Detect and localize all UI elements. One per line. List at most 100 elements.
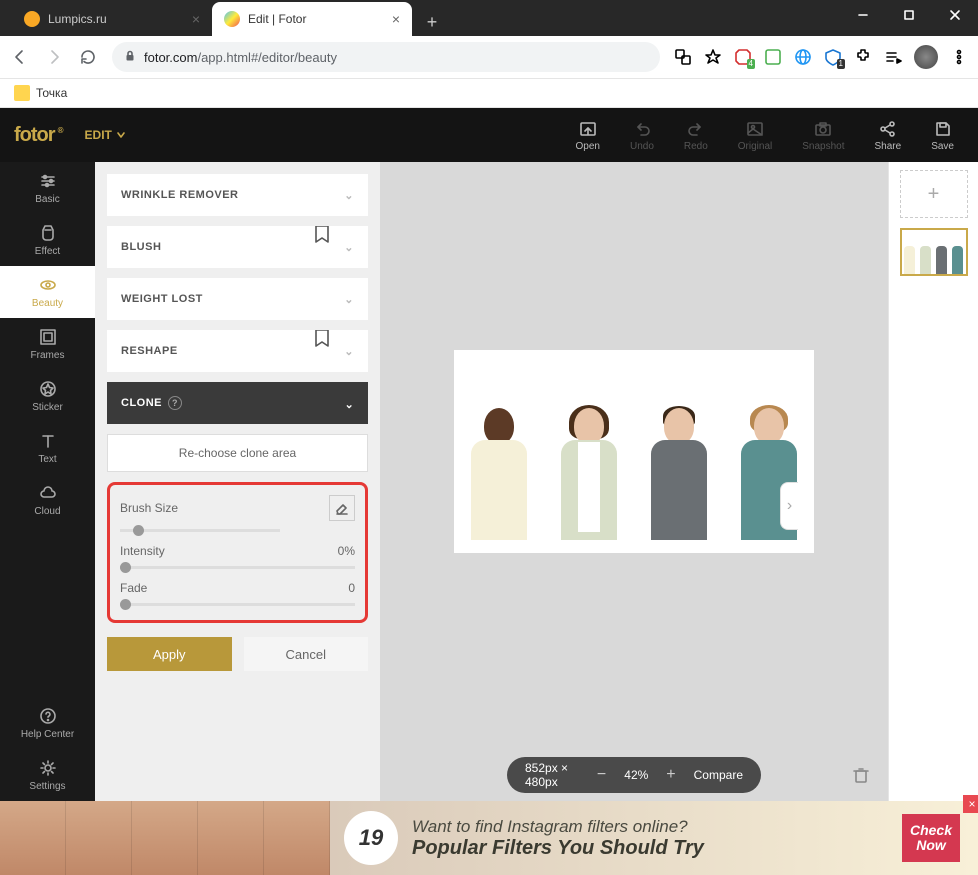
sidebar-item-effect[interactable]: Effect [0,214,95,266]
translate-icon[interactable] [674,48,692,66]
fade-label: Fade [120,581,147,595]
back-button[interactable] [10,47,30,67]
bookmark-star-icon[interactable] [704,48,722,66]
app-sidebar: Basic Effect Beauty Frames Sticker Text … [0,162,95,801]
checkmark-ext-icon[interactable] [764,48,782,66]
close-icon[interactable]: × [392,11,400,27]
snapshot-button[interactable]: Snapshot [792,119,854,152]
globe-ext-icon[interactable] [794,48,812,66]
close-icon[interactable]: × [192,11,200,27]
profile-avatar[interactable] [914,45,938,69]
zoom-in-button[interactable]: + [666,766,675,784]
sidebar-item-sticker[interactable]: Sticker [0,370,95,422]
fotor-logo[interactable]: fotor® [14,124,55,147]
rechoose-clone-area-button[interactable]: Re-choose clone area [107,434,368,472]
tab-fotor[interactable]: Edit | Fotor × [212,2,412,36]
favicon-lumpics [24,11,40,27]
ad-close-button[interactable]: × [963,795,978,813]
intensity-label: Intensity [120,544,165,558]
sidebar-item-text[interactable]: Text [0,422,95,474]
beauty-panel: WRINKLE REMOVER⌄ BLUSH⌄ WEIGHT LOST⌄ RES… [95,162,380,801]
tab-lumpics[interactable]: Lumpics.ru × [12,2,212,36]
apply-button[interactable]: Apply [107,637,232,671]
original-button[interactable]: Original [728,119,782,152]
tab-title: Edit | Fotor [248,12,306,26]
ad-subheadline: Popular Filters You Should Try [412,837,902,860]
vault-badge: 1 [837,59,845,69]
address-bar[interactable]: fotor.com/app.html#/editor/beauty [112,42,660,72]
maximize-button[interactable] [886,0,932,31]
brush-size-label: Brush Size [120,501,178,515]
sidebar-item-help[interactable]: Help Center [0,697,95,749]
brush-size-slider[interactable] [120,529,280,532]
adblock-icon[interactable]: 4 [734,48,752,66]
highlighted-controls: Brush Size Intensity 0% Fade 0 [107,482,368,623]
delete-button[interactable] [852,766,870,789]
image-dimensions: 852px × 480px [525,761,579,789]
zoom-out-button[interactable]: − [597,766,606,784]
accordion-reshape[interactable]: RESHAPE⌄ [107,330,368,372]
chevron-down-icon: ⌄ [344,241,354,254]
add-image-button[interactable]: + [900,170,968,218]
adblock-badge: 4 [747,59,755,69]
intensity-slider[interactable] [120,566,355,569]
premium-ribbon-icon [314,330,330,353]
folder-icon [14,85,30,101]
eraser-icon[interactable] [329,495,355,521]
ad-thumbnails [0,801,330,875]
share-button[interactable]: Share [865,119,912,152]
browser-tabstrip: Lumpics.ru × Edit | Fotor × + [0,0,978,36]
premium-ribbon-icon [314,226,330,249]
cancel-button[interactable]: Cancel [244,637,369,671]
canvas-image [454,350,814,553]
new-tab-button[interactable]: + [418,8,446,36]
save-button[interactable]: Save [921,119,964,152]
thumbnail-1[interactable] [900,228,968,276]
bookmarks-bar: Точка [0,79,978,108]
accordion-wrinkle-remover[interactable]: WRINKLE REMOVER⌄ [107,174,368,216]
chrome-menu-icon[interactable] [950,48,968,66]
undo-button[interactable]: Undo [620,119,664,152]
chevron-down-icon: ⌄ [344,345,354,358]
open-button[interactable]: Open [566,119,610,152]
ad-banner[interactable]: 19 Want to find Instagram filters online… [0,801,978,875]
sidebar-item-cloud[interactable]: Cloud [0,474,95,526]
sidebar-item-beauty[interactable]: Beauty [0,266,95,318]
ad-number-badge: 19 [344,811,398,865]
lock-icon [124,50,136,65]
fade-value: 0 [348,581,355,595]
redo-button[interactable]: Redo [674,119,718,152]
fade-slider[interactable] [120,603,355,606]
bookmark-item[interactable]: Точка [36,86,67,100]
editor-canvas[interactable]: 852px × 480px − 42% + Compare › [380,162,888,801]
app-toolbar: fotor® EDIT Open Undo Redo Original Snap… [0,108,978,162]
thumbnails-strip: + [888,162,978,801]
media-icon[interactable] [884,48,902,66]
chevron-down-icon: ⌄ [344,293,354,306]
intensity-value: 0% [338,544,355,558]
sidebar-item-settings[interactable]: Settings [0,749,95,801]
ad-cta-button[interactable]: CheckNow [902,814,960,862]
sidebar-item-basic[interactable]: Basic [0,162,95,214]
forward-button[interactable] [44,47,64,67]
mode-dropdown[interactable]: EDIT [85,128,126,142]
minimize-button[interactable] [840,0,886,31]
favicon-fotor [224,11,240,27]
sidebar-item-frames[interactable]: Frames [0,318,95,370]
close-window-button[interactable] [932,0,978,31]
reload-button[interactable] [78,47,98,67]
vault-ext-icon[interactable]: 1 [824,48,842,66]
collapse-thumbnails-button[interactable]: › [780,482,798,530]
url-path: /app.html#/editor/beauty [197,50,336,65]
chevron-down-icon: ⌄ [344,189,354,202]
help-icon[interactable]: ? [168,396,182,410]
accordion-clone[interactable]: CLONE?⌃ [107,382,368,424]
extensions-icon[interactable] [854,48,872,66]
canvas-status-bar: 852px × 480px − 42% + Compare [507,757,761,793]
accordion-weight-lost[interactable]: WEIGHT LOST⌄ [107,278,368,320]
accordion-blush[interactable]: BLUSH⌄ [107,226,368,268]
compare-button[interactable]: Compare [694,768,743,782]
chevron-up-icon: ⌃ [344,397,354,410]
url-domain: fotor.com [144,50,197,65]
ad-headline: Want to find Instagram filters online? [412,817,902,837]
